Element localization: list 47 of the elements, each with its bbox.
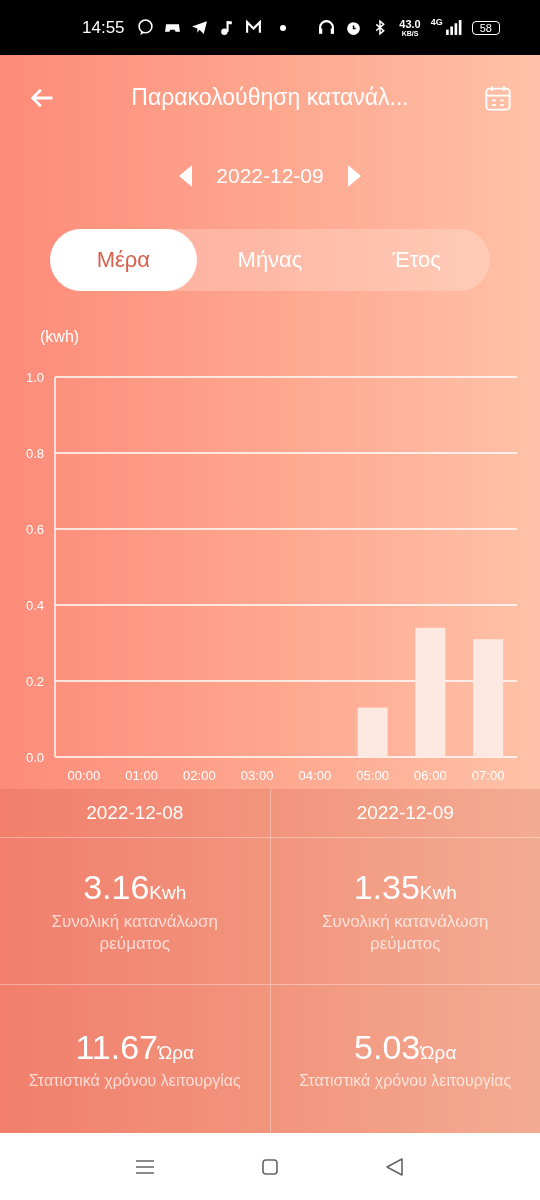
y-tick-label: 0.6 [25,522,44,537]
x-tick-label: 03:00 [240,768,274,783]
back-triangle-icon[interactable] [385,1156,405,1177]
consumption-label: Συνολική κατανάλωση ρεύματος [50,911,220,954]
period-tab[interactable]: Μέρα [50,229,197,291]
next-day-icon[interactable] [347,165,361,187]
x-tick-label: 01:00 [125,768,158,783]
stats-date: 2022-12-09 [356,802,454,824]
chat-bubble-icon [136,19,154,36]
dot-icon [279,24,286,31]
axis-unit: (kwh) [40,328,81,347]
calendar-icon[interactable] [484,83,512,112]
y-tick-label: 1.0 [25,370,44,385]
battery-level: 58 [471,20,500,35]
runtime-value: 11.67Ώρα [75,1027,195,1067]
runtime-label: Στατιστικά χρόνου λειτουργίας [299,1070,512,1091]
page-title: Παρακολούθηση κατανάλ... [130,84,410,111]
y-tick-label: 0.0 [25,750,44,765]
consumption-value: 1.35Kwh [353,868,457,908]
mail-icon [244,19,262,36]
network-speed: 43.0 [399,18,421,30]
y-tick-label: 0.4 [25,598,44,613]
selected-date: 2022-12-09 [216,164,324,188]
home-square-icon[interactable] [260,1156,280,1177]
status-time: 14:55 [82,17,125,38]
x-tick-label: 06:00 [414,768,447,783]
x-tick-label: 02:00 [183,768,216,783]
stats-date: 2022-12-08 [86,802,184,824]
x-tick-label: 07:00 [471,768,505,783]
consumption-label: Συνολική κατανάλωση ρεύματος [320,911,490,954]
headphones-icon [318,19,336,36]
period-tab[interactable]: Μήνας [196,229,344,291]
bar [357,707,388,757]
signal-icon [444,19,462,36]
runtime-value: 5.03Ώρα [354,1027,457,1067]
x-tick-label: 04:00 [298,768,332,783]
runtime-label: Στατιστικά χρόνου λειτουργίας [28,1070,241,1091]
period-tab[interactable]: Έτος [343,229,490,291]
network-type: 4G [430,17,443,27]
x-tick-label: 05:00 [356,768,389,783]
paper-plane-icon [190,19,208,36]
consumption-value: 3.16Kwh [83,868,187,908]
y-tick-label: 0.8 [25,446,44,461]
previous-day-icon[interactable] [179,165,193,187]
alarm-clock-icon [345,19,363,36]
x-tick-label: 00:00 [67,768,101,783]
y-tick-label: 0.2 [25,674,44,689]
